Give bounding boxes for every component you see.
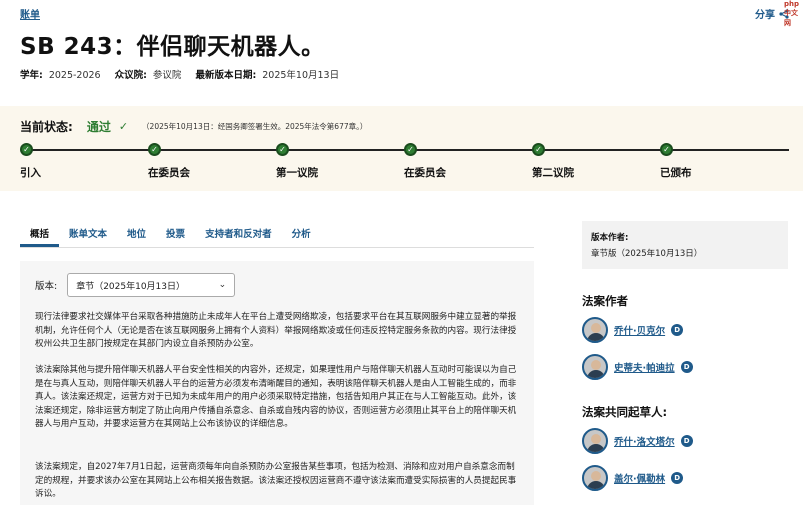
progress-step-label: 第一议院 — [276, 167, 318, 179]
session-year-label: 学年: — [20, 70, 43, 81]
progress-step: ✓ 在委员会 — [404, 143, 446, 179]
breadcrumb-bills-link[interactable]: 账单 — [20, 6, 40, 21]
session-year-value: 2025-2026 — [48, 70, 101, 81]
chevron-down-icon: ⌄ — [218, 280, 227, 290]
version-select[interactable]: 章节（2025年10月13日） ⌄ — [67, 273, 236, 297]
progress-step-label: 引入 — [20, 167, 41, 179]
version-author-heading: 版本作者: — [591, 233, 629, 243]
bill-meta: 学年: 2025-2026 众议院: 参议院 最新版本日期: 2025年10月13日 — [20, 67, 339, 81]
tab-status[interactable]: 地位 — [117, 218, 156, 247]
session-year: 学年: 2025-2026 — [20, 67, 101, 81]
tab-summary[interactable]: 概括 — [20, 218, 60, 247]
check-icon: ✓ — [148, 143, 161, 156]
watermark-logo: php中文网 — [784, 0, 800, 27]
author-item: 史蒂夫·帕迪拉 D — [582, 354, 693, 380]
house: 众议院: 参议院 — [115, 67, 182, 81]
tab-bill-text[interactable]: 账单文本 — [59, 218, 117, 247]
progress-step-label: 已颁布 — [660, 167, 692, 179]
check-icon: ✓ — [20, 143, 33, 156]
house-value: 参议院 — [152, 70, 182, 81]
progress-step-label: 在委员会 — [404, 167, 446, 179]
coauthor-name-link[interactable]: 乔什·洛文塔尔 — [614, 434, 675, 448]
version-label: 版本: — [35, 281, 58, 292]
progress-step: ✓ 第一议院 — [276, 143, 318, 179]
check-icon: ✓ — [404, 143, 417, 156]
progress-step: ✓ 已颁布 — [660, 143, 692, 179]
version-author-box: 版本作者: 章节版（2025年10月13日） — [582, 221, 788, 269]
summary-paragraph: 现行法律要求社交媒体平台采取各种措施防止未成年人在平台上遭受网络欺凌，包括要求平… — [35, 312, 517, 349]
avatar — [582, 317, 608, 343]
check-icon: ✓ — [532, 143, 545, 156]
version-author-value: 章节版（2025年10月13日） — [591, 249, 703, 259]
share-label: 分享 — [755, 10, 775, 21]
coauthor-name-link[interactable]: 盖尔·佩勒林 — [614, 471, 665, 485]
latest-version-date: 最新版本日期: 2025年10月13日 — [195, 67, 339, 81]
avatar — [582, 428, 608, 454]
tab-analysis[interactable]: 分析 — [282, 218, 321, 247]
page-title: SB 243：伴侣聊天机器人。 — [20, 34, 325, 60]
tab-votes[interactable]: 投票 — [156, 218, 195, 247]
check-icon: ✓ — [118, 120, 129, 133]
party-badge: D — [671, 324, 684, 336]
status-note: （2025年10月13日：经国务卿签署生效。2025年法令第677章。） — [142, 122, 368, 131]
version-row: 版本: 章节（2025年10月13日） ⌄ — [35, 273, 236, 297]
progress-step: ✓ 引入 — [20, 143, 41, 179]
coauthor-item: 乔什·洛文塔尔 D — [582, 428, 693, 454]
progress-step: ✓ 第二议院 — [532, 143, 574, 179]
summary-paragraph: 该法案除其他与提升陪伴聊天机器人平台安全性相关的内容外，还规定，如果理性用户与陪… — [35, 365, 517, 429]
party-badge: D — [680, 435, 693, 447]
current-status: 当前状态: 通过 ✓ （2025年10月13日：经国务卿签署生效。2025年法令… — [20, 118, 367, 135]
tab-supporters-opponents[interactable]: 支持者和反对者 — [195, 218, 282, 247]
authors-heading: 法案作者 — [582, 294, 628, 308]
author-name-link[interactable]: 史蒂夫·帕迪拉 — [614, 360, 675, 374]
author-item: 乔什·贝克尔 D — [582, 317, 684, 343]
version-selected-value: 章节（2025年10月13日） — [76, 281, 186, 292]
check-icon: ✓ — [660, 143, 673, 156]
party-badge: D — [671, 472, 684, 484]
house-label: 众议院: — [114, 70, 147, 81]
avatar — [582, 354, 608, 380]
status-label: 当前状态: — [20, 120, 73, 134]
progress-step-label: 第二议院 — [532, 167, 574, 179]
coauthor-item: 盖尔·佩勒林 D — [582, 465, 684, 491]
progress-step: ✓ 在委员会 — [148, 143, 190, 179]
author-name-link[interactable]: 乔什·贝克尔 — [614, 323, 665, 337]
latest-version-date-label: 最新版本日期: — [195, 70, 257, 81]
summary-panel: 版本: 章节（2025年10月13日） ⌄ 现行法律要求社交媒体平台采取各种措施… — [20, 261, 534, 505]
party-badge: D — [680, 361, 693, 373]
summary-paragraph: 该法案规定，自2027年7月1日起，运营商须每年向自杀预防办公室报告某些事项，包… — [35, 462, 517, 499]
check-icon: ✓ — [276, 143, 289, 156]
avatar — [582, 465, 608, 491]
bill-tabs: 概括 账单文本 地位 投票 支持者和反对者 分析 — [20, 218, 534, 248]
latest-version-date-value: 2025年10月13日 — [262, 70, 340, 81]
progress-step-label: 在委员会 — [148, 167, 190, 179]
coauthors-heading: 法案共同起草人: — [582, 405, 668, 419]
status-value: 通过 — [86, 120, 111, 134]
